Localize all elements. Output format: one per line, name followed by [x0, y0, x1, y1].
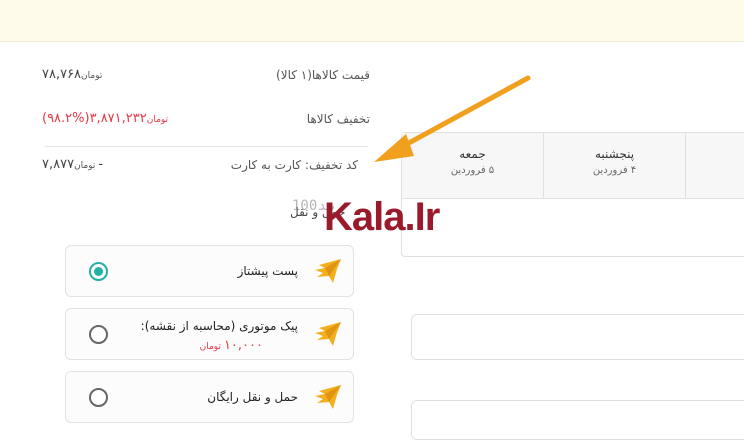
coupon-row: تومان۷,۸۷۷- کد تخفیف: کارت به کارت [42, 157, 370, 172]
shipping-option-express-post[interactable]: پست پیشتاز [65, 245, 354, 297]
radio-unselected[interactable] [89, 325, 108, 344]
items-price: تومان۷۸,۷۶۸ [42, 67, 103, 82]
divider [45, 146, 368, 147]
courier-price: ۱۰,۰۰۰تومان [199, 338, 263, 353]
coupon-amount: تومان۷,۸۷۷- [42, 157, 104, 172]
items-price-row: تومان۷۸,۷۶۸ قیمت کالاها(۱ کالا) [42, 67, 370, 82]
radio-selected[interactable] [89, 262, 108, 281]
day-name: به [686, 147, 744, 161]
day-name: پنجشنبه [594, 147, 635, 161]
post-logo-icon [315, 322, 341, 346]
option-label: پیک موتوری (محاسبه از نقشه): [140, 319, 298, 333]
shipping-option-free[interactable]: حمل و نقل رایگان [65, 371, 354, 423]
day-option[interactable]: پنجشنبه ۴ فروردین [544, 133, 686, 199]
post-logo-icon [315, 259, 341, 283]
day-date: ن [686, 165, 744, 176]
annotation-arrow-icon [374, 75, 531, 162]
day-date: ۴ فروردین [592, 165, 637, 176]
option-label: پست پیشتاز [237, 264, 298, 278]
notice-bar [0, 0, 744, 42]
order-summary: تومان۷۸,۷۶۸ قیمت کالاها(۱ کالا) (۹۸.۲%) ت… [42, 55, 370, 195]
post-logo-icon [315, 385, 341, 409]
discount-amount: (۹۸.۲%) تومان۳,۸۷۱,۲۳۲ [42, 111, 169, 126]
input-box[interactable] [411, 314, 744, 360]
radio-unselected[interactable] [89, 388, 108, 407]
items-price-label: قیمت کالاها(۱ کالا) [276, 67, 370, 82]
input-box[interactable] [411, 400, 744, 440]
coupon-label: کد تخفیف: کارت به کارت [230, 157, 358, 172]
day-option[interactable]: به ن [686, 133, 744, 199]
shipping-option-courier[interactable]: پیک موتوری (محاسبه از نقشه): ۱۰,۰۰۰تومان [65, 308, 354, 360]
option-label: حمل و نقل رایگان [207, 390, 298, 404]
discount-row: (۹۸.۲%) تومان۳,۸۷۱,۲۳۲ تخفیف کالاها [42, 111, 370, 126]
watermark-brand: Kala.Ir [324, 195, 440, 239]
